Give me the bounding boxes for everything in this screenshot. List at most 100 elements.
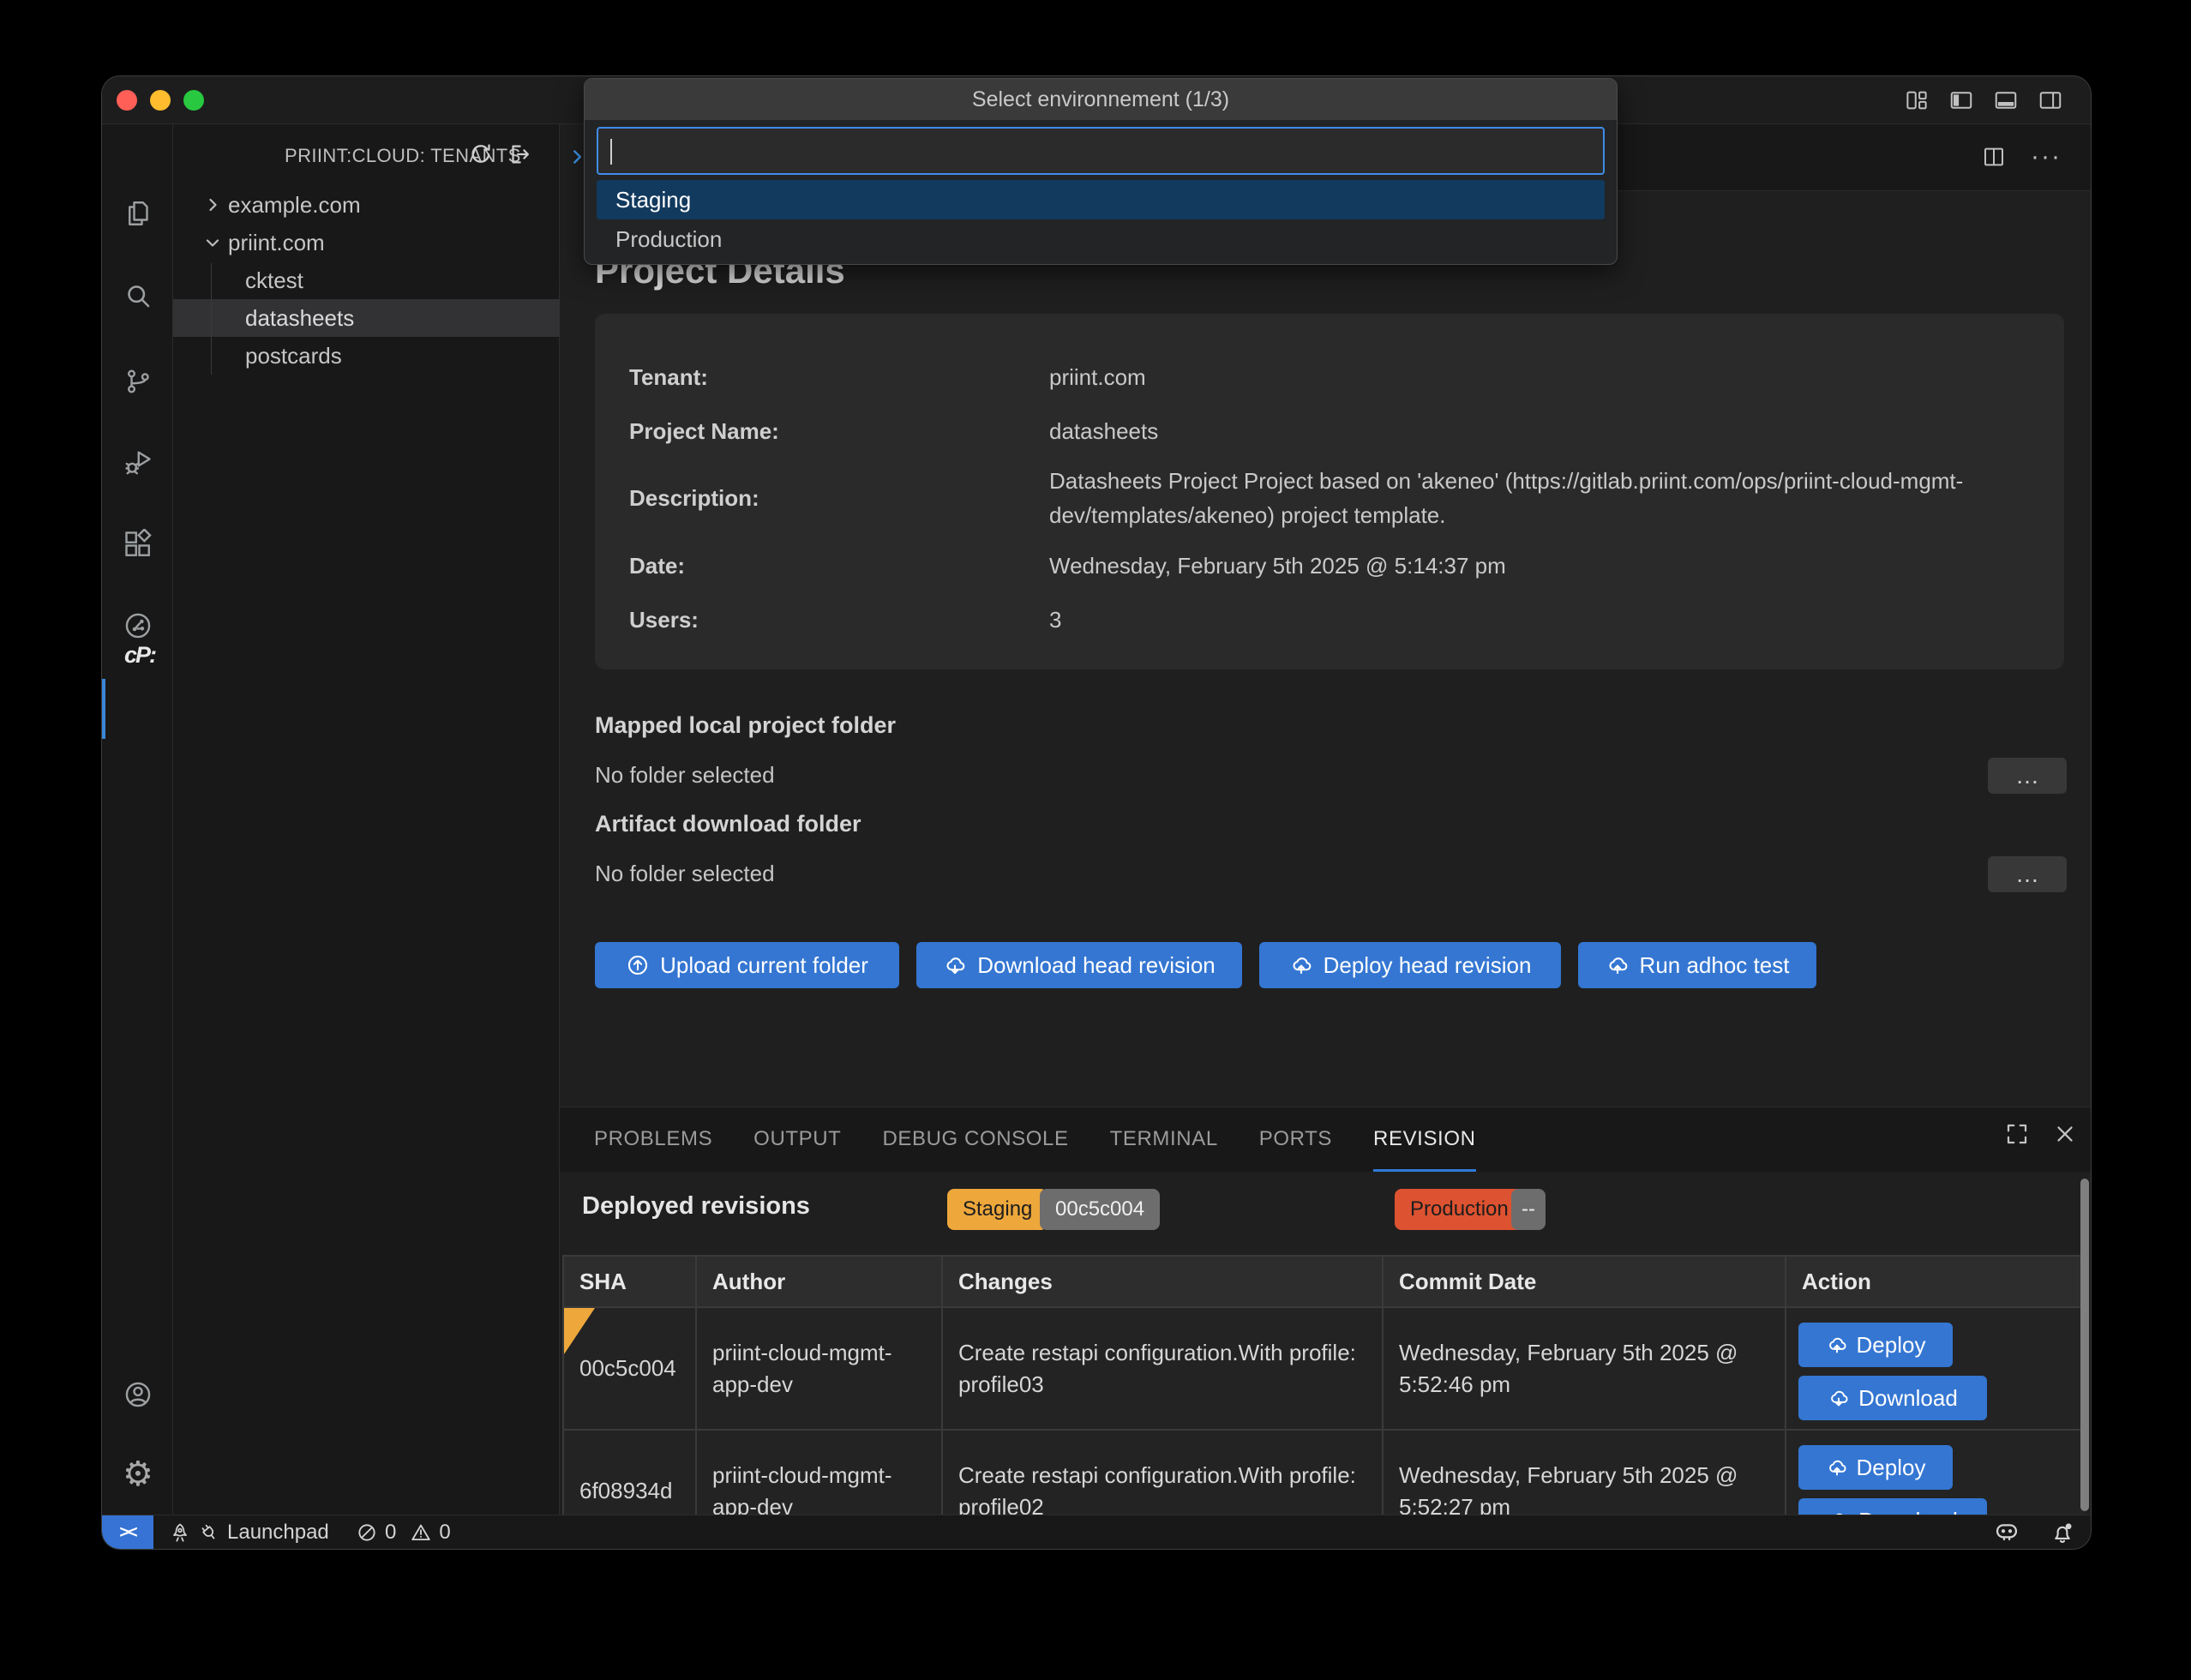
circle-up-icon [626,953,650,977]
settings-gear-icon[interactable]: ⚙ [123,1457,153,1488]
deploy-button[interactable]: Deploy [1798,1323,1953,1367]
artifact-folder-value: No folder selected [595,861,775,887]
quickpick-item-production[interactable]: Production [597,219,1605,259]
tree-indent-guide [211,263,212,375]
upload-current-folder-button[interactable]: Upload current folder [595,942,899,988]
tab-revision[interactable]: REVISION [1373,1107,1476,1172]
author-value: priint-cloud-mgmt-app-dev [712,1460,933,1523]
problems-status-item[interactable]: 0 0 [356,1521,451,1545]
staging-deployed-marker [564,1308,595,1354]
more-actions-icon[interactable]: ··· [2031,144,2062,170]
warning-triangle-icon [410,1521,432,1544]
panel-actions [2004,1121,2078,1147]
refresh-icon[interactable] [468,141,494,167]
remote-indicator[interactable]: >< [102,1515,153,1550]
accounts-icon[interactable] [123,1379,153,1410]
deploy-head-revision-button[interactable]: Deploy head revision [1259,942,1561,988]
tab-debug-console[interactable]: DEBUG CONSOLE [882,1107,1068,1172]
bell-icon [2050,1520,2075,1545]
tree-item-postcards[interactable]: postcards [173,337,560,375]
cloud-upload-icon [1826,1456,1848,1479]
toggle-secondary-sidebar-icon[interactable] [2038,87,2063,113]
launchpad-status-item[interactable]: Launchpad [169,1521,329,1545]
notifications-status-item[interactable] [2050,1520,2075,1545]
quickpick-title: Select environnement (1/3) [585,79,1617,120]
search-icon[interactable] [123,280,153,311]
users-value: 3 [1049,603,2044,637]
close-panel-icon[interactable] [2052,1121,2078,1147]
rocket-icon [169,1521,191,1544]
button-label: Deploy head revision [1324,952,1532,979]
quickpick-list: Staging Production [597,180,1605,259]
tab-terminal[interactable]: TERMINAL [1110,1107,1218,1172]
references-icon[interactable] [123,610,153,641]
sha-value: 6f08934d [579,1475,687,1507]
run-adhoc-test-button[interactable]: Run adhoc test [1578,942,1816,988]
priint-cloud-icon[interactable]: cP: [116,642,164,669]
tenant-value: priint.com [1049,360,2044,394]
maximize-panel-icon[interactable] [2004,1121,2030,1147]
panel-scrollbar[interactable] [2080,1179,2089,1511]
copilot-status-item[interactable] [1993,1519,2020,1546]
run-and-debug-icon[interactable] [123,447,153,477]
tab-problems[interactable]: PROBLEMS [594,1107,712,1172]
tree-item-label: priint.com [228,230,325,256]
copilot-icon [1993,1519,2020,1546]
sign-out-icon[interactable] [507,141,532,167]
download-button[interactable]: Download [1798,1376,1987,1420]
sha-value: 00c5c004 [579,1353,687,1384]
titlebar-actions [1904,87,2063,113]
chevron-down-icon [202,232,223,253]
launchpad-label: Launchpad [227,1521,329,1545]
vscode-window: cP: ⚙ PRIINT:CLOUD: TENANTS example.com … [101,75,2092,1550]
toggle-panel-icon[interactable] [1993,87,2019,113]
toggle-primary-sidebar-icon[interactable] [1948,87,1974,113]
extensions-icon[interactable] [123,529,153,560]
button-label: Deploy [1857,1329,1926,1361]
description-label: Description: [629,481,759,515]
explorer-icon[interactable] [123,198,153,229]
tab-output[interactable]: OUTPUT [753,1107,841,1172]
artifact-folder-heading: Artifact download folder [595,811,861,837]
customize-layout-icon[interactable] [1904,87,1930,113]
table-row-sha: 00c5c004 [564,1308,697,1431]
editor-tabbar-actions: ··· [1981,144,2062,170]
artifact-folder-browse-button[interactable]: … [1988,856,2067,892]
maximize-window-button[interactable] [183,90,204,111]
close-window-button[interactable] [117,90,137,111]
date-value: Wednesday, February 5th 2025 @ 5:14:37 p… [1049,549,2044,583]
split-editor-icon[interactable] [1981,144,2007,170]
cloud-upload-icon [1289,953,1313,977]
mapped-folder-browse-button[interactable]: … [1988,758,2067,794]
minimize-window-button[interactable] [150,90,171,111]
active-view-indicator [102,679,105,739]
source-control-icon[interactable] [123,366,153,397]
tree-item-label: example.com [228,192,361,219]
button-label: Download head revision [977,952,1216,979]
download-head-revision-button[interactable]: Download head revision [916,942,1242,988]
tree-item-cktest[interactable]: cktest [173,261,560,299]
staging-badge: Staging [947,1189,1047,1230]
tree-item-datasheets[interactable]: datasheets [173,299,560,337]
changes-value: Create restapi configuration.With profil… [958,1460,1373,1523]
chevron-right-icon [202,195,223,215]
cloud-upload-icon [1606,953,1630,977]
tree-item-label: datasheets [245,305,354,332]
table-row-changes: Create restapi configuration.With profil… [943,1308,1384,1431]
changes-value: Create restapi configuration.With profil… [958,1337,1373,1401]
tab-ports[interactable]: PORTS [1259,1107,1332,1172]
mapped-folder-heading: Mapped local project folder [595,712,896,739]
tree-item-label: cktest [245,267,303,294]
button-label: Deploy [1857,1452,1926,1484]
warning-count: 0 [439,1521,450,1545]
project-name-value: datasheets [1049,414,2044,448]
commit-date-value: Wednesday, February 5th 2025 @ 5:52:46 p… [1399,1337,1776,1401]
quickpick-item-staging[interactable]: Staging [597,180,1605,219]
deploy-button[interactable]: Deploy [1798,1445,1953,1490]
tree-item-priint-com[interactable]: priint.com [173,224,560,261]
quickpick-dialog: Select environnement (1/3) Staging Produ… [584,78,1618,265]
text-caret [610,139,612,165]
tree-item-example-com[interactable]: example.com [173,186,560,224]
col-header-date: Commit Date [1384,1257,1786,1308]
quickpick-input[interactable] [598,129,1603,173]
